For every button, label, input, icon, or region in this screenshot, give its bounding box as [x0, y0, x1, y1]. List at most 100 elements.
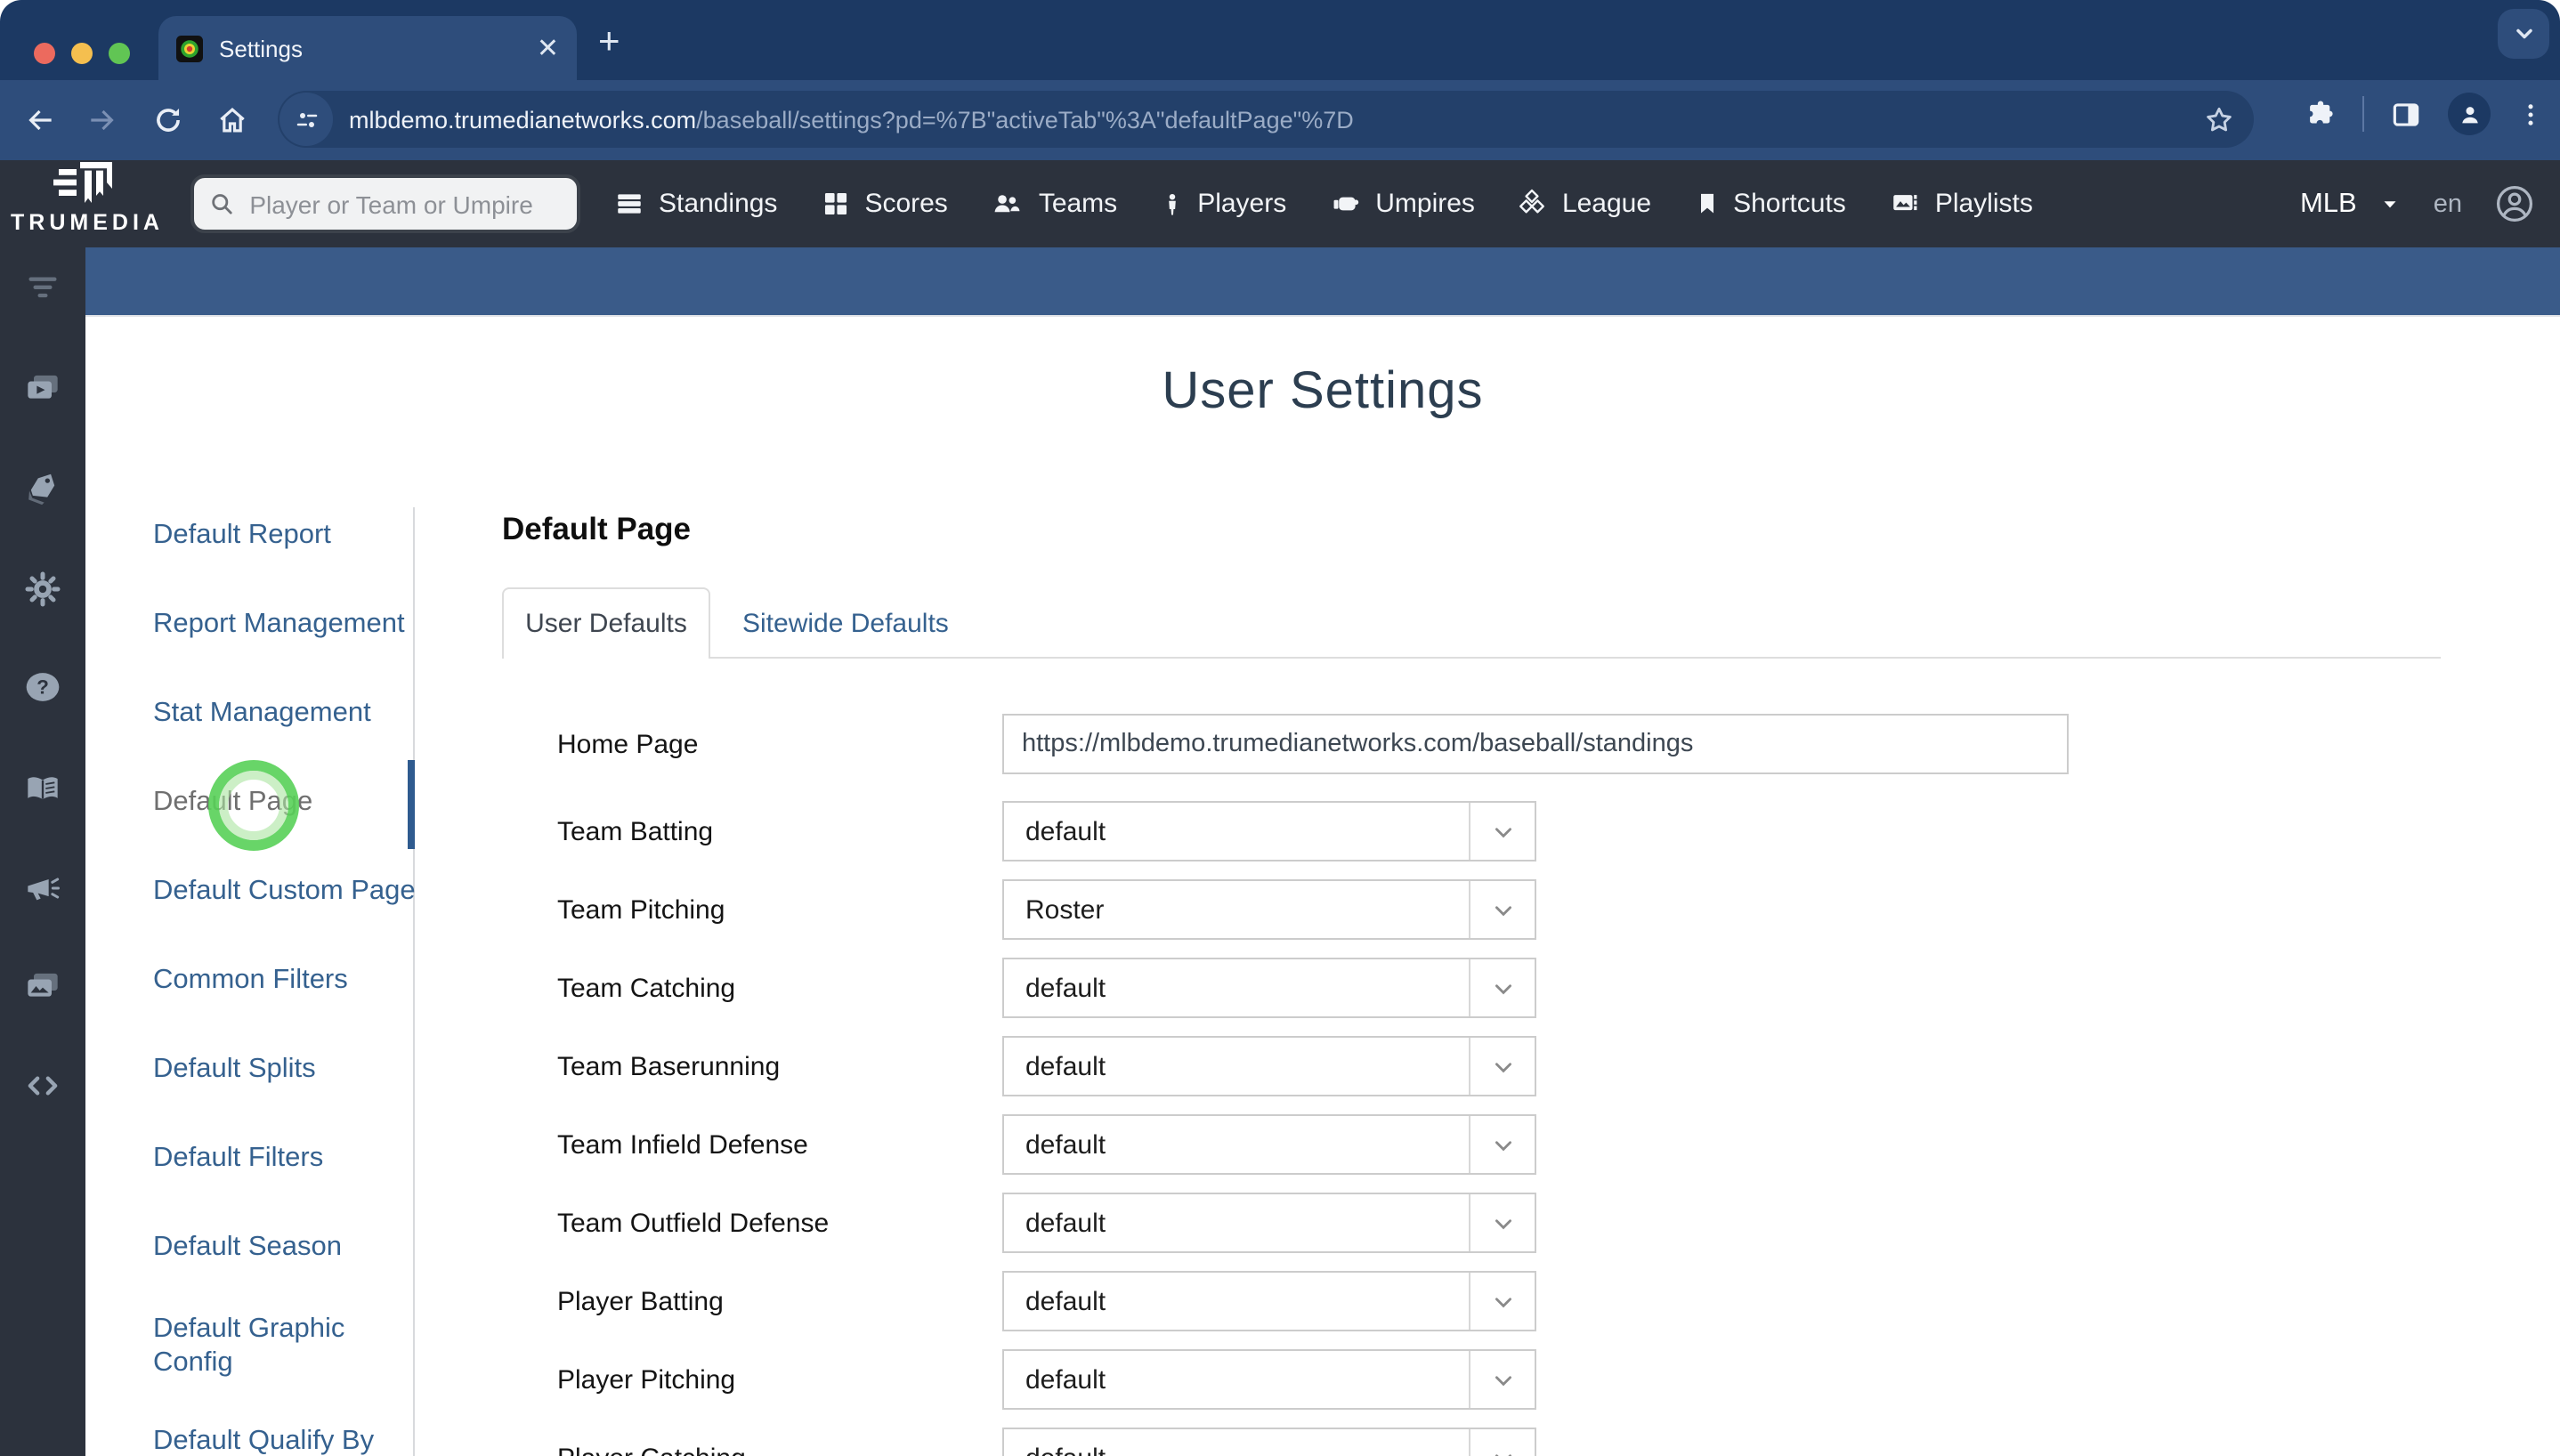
chevron-down-icon [2515, 28, 2532, 39]
bookmark-star-icon[interactable] [2202, 102, 2236, 136]
select-value: Roster [1025, 894, 1105, 925]
standings-icon [618, 194, 641, 214]
chevron-down-icon [1469, 1194, 1535, 1251]
back-button[interactable] [23, 103, 57, 137]
toolbar-divider [2362, 96, 2364, 132]
tab-close-icon[interactable]: ✕ [537, 35, 559, 61]
team-pitching-select[interactable]: Roster [1002, 879, 1536, 940]
trumedia-logo[interactable]: TRUMEDIA [5, 160, 169, 247]
extensions-icon[interactable] [2304, 97, 2337, 131]
browser-profile-avatar[interactable] [2448, 93, 2491, 135]
tags-icon[interactable] [25, 470, 61, 506]
select-value: default [1004, 1443, 1469, 1456]
click-indicator [208, 760, 299, 851]
megaphone-icon[interactable] [25, 870, 61, 906]
team-outfield-defense-select[interactable]: default [1002, 1193, 1536, 1253]
nav-item-league[interactable]: League [1518, 189, 1651, 219]
field-label-team-catching: Team Catching [557, 974, 736, 1004]
account-icon[interactable] [2494, 183, 2535, 224]
player-pitching-select[interactable]: default [1002, 1349, 1536, 1410]
home-button[interactable] [215, 103, 249, 137]
help-icon[interactable]: ? [25, 669, 61, 705]
browser-menu-kebab-icon[interactable] [2515, 97, 2546, 131]
global-search[interactable] [190, 174, 580, 233]
chevron-down-icon [1469, 803, 1535, 860]
menu-item-common-filters[interactable]: Common Filters [153, 963, 348, 997]
side-panel-icon[interactable] [2389, 97, 2423, 131]
url-domain: mlbdemo.trumedianetworks.com [349, 106, 697, 133]
forward-button[interactable] [85, 103, 119, 137]
league-selector-value: MLB [2299, 188, 2357, 218]
field-label-team-infield-defense: Team Infield Defense [557, 1130, 808, 1161]
caret-down-icon [2384, 201, 2396, 208]
nav-label: League [1561, 189, 1652, 219]
images-icon[interactable] [25, 968, 61, 1004]
page-title: User Settings [1162, 363, 1484, 420]
team-baserunning-select[interactable]: default [1002, 1036, 1536, 1096]
url-text: mlbdemo.trumedianetworks.com/baseball/se… [349, 106, 1354, 133]
menu-item-default-splits[interactable]: Default Splits [153, 1052, 316, 1086]
nav-item-players[interactable]: Players [1160, 189, 1286, 219]
menu-item-default-graphic-config[interactable]: Default Graphic Config [153, 1312, 367, 1379]
toolbar-right-icons [2304, 93, 2546, 135]
select-value: default [1025, 973, 1106, 1003]
tab-sitewide-defaults[interactable]: Sitewide Defaults [742, 587, 949, 659]
select-value: default [1025, 1129, 1106, 1160]
team-batting-select[interactable]: default [1002, 801, 1536, 861]
video-playlist-icon[interactable] [25, 370, 61, 406]
menu-item-default-report[interactable]: Default Report [153, 518, 331, 552]
code-icon[interactable] [25, 1068, 61, 1104]
umpires-icon [1333, 197, 1358, 211]
window-close-button[interactable] [34, 43, 55, 64]
nav-item-umpires[interactable]: Umpires [1329, 189, 1475, 219]
select-value: default [1025, 1051, 1106, 1081]
tab-user-defaults[interactable]: User Defaults [502, 587, 710, 659]
menu-item-stat-management[interactable]: Stat Management [153, 696, 371, 730]
tune-icon [296, 112, 317, 126]
url-bar[interactable]: mlbdemo.trumedianetworks.com/baseball/se… [278, 91, 2254, 148]
gear-icon[interactable] [25, 571, 61, 607]
search-input[interactable] [246, 188, 563, 220]
nav-item-standings[interactable]: Standings [614, 189, 777, 219]
book-icon[interactable] [25, 771, 61, 806]
nav-item-playlists[interactable]: Playlists [1889, 189, 2033, 219]
language-selector[interactable]: en [2434, 190, 2462, 218]
nav-item-scores[interactable]: Scores [820, 189, 948, 219]
tab-search-button[interactable] [2498, 9, 2549, 59]
new-tab-button[interactable]: + [598, 21, 620, 64]
chevron-down-icon [1469, 1429, 1535, 1456]
window-zoom-button[interactable] [109, 43, 130, 64]
menu-item-default-filters[interactable]: Default Filters [153, 1141, 323, 1175]
window-minimize-button[interactable] [71, 43, 93, 64]
player-catching-select[interactable]: default [1002, 1428, 1536, 1456]
league-icon [1519, 189, 1545, 214]
field-label-team-baserunning: Team Baserunning [557, 1052, 781, 1082]
home-page-input[interactable] [1002, 714, 2069, 774]
main-nav: Standings Scores Teams Players Umpires L… [614, 160, 2033, 247]
league-selector[interactable]: MLB [2300, 188, 2402, 220]
team-infield-defense-select[interactable]: default [1002, 1114, 1536, 1175]
field-label-player-catching: Player Catching [557, 1444, 746, 1456]
reload-button[interactable] [151, 103, 185, 137]
team-catching-select[interactable]: default [1002, 958, 1536, 1018]
nav-label: Playlists [1934, 189, 2033, 219]
chevron-down-icon [1469, 959, 1535, 1016]
menu-item-default-season[interactable]: Default Season [153, 1230, 342, 1264]
field-label-team-pitching: Team Pitching [557, 895, 725, 926]
menu-item-default-custom-page[interactable]: Default Custom Page [153, 874, 416, 908]
player-batting-select[interactable]: default [1002, 1271, 1536, 1331]
nav-right: MLB en [2300, 160, 2535, 247]
trumedia-logo-mark [53, 162, 112, 203]
playlists-icon [1893, 195, 1917, 211]
select-value: default [1025, 1364, 1106, 1395]
active-menu-indicator [408, 760, 415, 849]
menu-item-default-qualify-by[interactable]: Default Qualify By [153, 1424, 374, 1456]
nav-item-teams[interactable]: Teams [991, 189, 1117, 219]
menu-item-report-management[interactable]: Report Management [153, 607, 405, 641]
browser-window: Settings ✕ + mlbdemo.trumedianetworks.co… [0, 0, 2560, 1456]
chevron-down-icon [1469, 881, 1535, 938]
nav-item-shortcuts[interactable]: Shortcuts [1694, 189, 1846, 219]
browser-tab[interactable]: Settings ✕ [158, 16, 577, 80]
site-info-button[interactable] [279, 93, 333, 146]
filter-icon[interactable] [25, 269, 61, 304]
